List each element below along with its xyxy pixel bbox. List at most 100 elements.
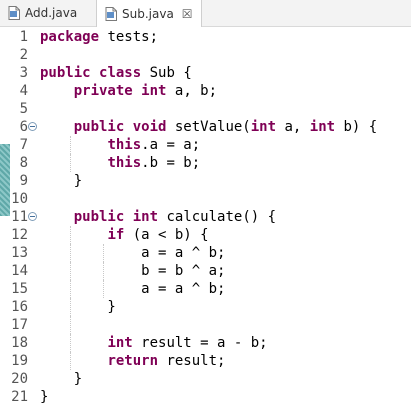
code-text: b = b ^ a; bbox=[40, 262, 225, 280]
code-line[interactable]: 20 } bbox=[0, 370, 411, 388]
code-token: result = a - b; bbox=[132, 335, 268, 351]
tab-label: Sub.java bbox=[122, 6, 174, 21]
code-text: } bbox=[40, 388, 48, 406]
tab-label: Add.java bbox=[25, 6, 78, 20]
code-line[interactable]: 7 this.a = a; bbox=[0, 136, 411, 154]
line-number: 19 bbox=[11, 353, 28, 369]
keyword-token: public bbox=[73, 209, 125, 225]
indent-guide bbox=[103, 262, 105, 280]
fold-collapse-icon[interactable] bbox=[28, 212, 37, 221]
code-text: this.a = a; bbox=[40, 136, 200, 154]
line-number: 20 bbox=[11, 371, 28, 387]
code-line[interactable]: 21} bbox=[0, 388, 411, 406]
code-text: public void setValue(int a, int b) { bbox=[40, 118, 378, 136]
code-token: result; bbox=[158, 353, 226, 369]
code-token: b) { bbox=[335, 119, 378, 135]
code-text: public int calculate() { bbox=[40, 208, 276, 226]
line-number: 9 bbox=[19, 173, 28, 189]
code-line[interactable]: 9 } bbox=[0, 172, 411, 190]
line-number: 10 bbox=[11, 191, 28, 207]
code-token: a = a ^ b; bbox=[40, 281, 226, 297]
code-line[interactable]: 2 bbox=[0, 46, 411, 64]
code-token: } bbox=[40, 389, 49, 405]
line-number: 18 bbox=[11, 335, 28, 351]
code-text: private int a, b; bbox=[40, 82, 217, 100]
code-line[interactable]: 15 a = a ^ b; bbox=[0, 280, 411, 298]
code-line[interactable]: 11 public int calculate() { bbox=[0, 208, 411, 226]
code-token: setValue( bbox=[166, 119, 251, 135]
code-line[interactable]: 13 a = a ^ b; bbox=[0, 244, 411, 262]
line-number: 14 bbox=[11, 263, 28, 279]
code-line[interactable]: 19 return result; bbox=[0, 352, 411, 370]
line-number: 16 bbox=[11, 299, 28, 315]
code-token: } bbox=[40, 299, 116, 315]
code-line[interactable]: 16 } bbox=[0, 298, 411, 316]
line-number: 17 bbox=[11, 317, 28, 333]
code-token: } bbox=[40, 173, 83, 189]
tab-sub-java[interactable]: Sub.java ☒ bbox=[96, 0, 202, 27]
keyword-token: public bbox=[73, 119, 125, 135]
indent-guide bbox=[69, 352, 72, 370]
editor-tab-bar: Add.java Sub.java ☒ bbox=[0, 0, 411, 27]
java-file-icon bbox=[8, 6, 20, 20]
code-line[interactable]: 14 b = b ^ a; bbox=[0, 262, 411, 280]
keyword-token: public bbox=[40, 65, 91, 81]
code-text: a = a ^ b; bbox=[40, 244, 225, 262]
code-line[interactable]: 18 int result = a - b; bbox=[0, 334, 411, 352]
code-text: int result = a - b; bbox=[40, 334, 268, 352]
line-number: 8 bbox=[19, 155, 28, 171]
code-text: return result; bbox=[40, 352, 225, 370]
code-line[interactable]: 17 bbox=[0, 316, 411, 334]
code-text: package tests; bbox=[40, 28, 158, 46]
code-line[interactable]: 8 this.b = b; bbox=[0, 154, 411, 172]
code-token: .b = b; bbox=[141, 155, 201, 171]
code-token: tests; bbox=[99, 29, 159, 45]
line-number: 7 bbox=[19, 137, 28, 153]
code-line[interactable]: 5 bbox=[0, 100, 411, 118]
code-editor[interactable]: 1 package tests; 2 3 public class Sub {4 pri… bbox=[0, 27, 411, 405]
fold-collapse-icon[interactable] bbox=[28, 122, 37, 131]
code-line[interactable]: 12 if (a < b) { bbox=[0, 226, 411, 244]
code-line[interactable]: 10 bbox=[0, 190, 411, 208]
code-token: a = a ^ b; bbox=[40, 245, 226, 261]
keyword-token: int bbox=[107, 335, 133, 351]
java-file-icon bbox=[105, 6, 117, 21]
keyword-token: class bbox=[99, 65, 142, 81]
line-number: 15 bbox=[11, 281, 28, 297]
code-token: b = b ^ a; bbox=[40, 263, 226, 279]
code-token: .a = a; bbox=[141, 137, 201, 153]
line-number: 5 bbox=[19, 101, 28, 117]
line-number: 12 bbox=[11, 227, 28, 243]
line-number: 6 bbox=[19, 119, 28, 135]
code-text: a = a ^ b; bbox=[40, 280, 225, 298]
code-token: (a < b) { bbox=[124, 227, 209, 243]
keyword-token: int bbox=[132, 209, 159, 225]
close-icon[interactable]: ☒ bbox=[182, 8, 193, 20]
line-number: 1 bbox=[19, 29, 28, 45]
indent-guide bbox=[103, 280, 105, 298]
keyword-token: int bbox=[141, 83, 167, 99]
code-token: a, b; bbox=[166, 83, 218, 99]
indent-guide bbox=[69, 136, 72, 154]
line-number: 11 bbox=[11, 209, 28, 225]
tab-add-java[interactable]: Add.java bbox=[0, 0, 86, 26]
indent-guide bbox=[69, 316, 72, 334]
indent-guide bbox=[69, 262, 72, 280]
code-line[interactable]: 3 public class Sub { bbox=[0, 64, 411, 82]
indent-guide bbox=[69, 280, 72, 298]
code-token: Sub { bbox=[141, 65, 192, 81]
code-line[interactable]: 1 package tests; bbox=[0, 28, 411, 46]
line-number: 4 bbox=[19, 83, 28, 99]
code-line[interactable]: 6 public void setValue(int a, int b) { bbox=[0, 118, 411, 136]
keyword-token: int bbox=[309, 119, 336, 135]
keyword-token: void bbox=[132, 119, 167, 135]
code-line[interactable]: 4 private int a, b; bbox=[0, 82, 411, 100]
keyword-token: return bbox=[107, 353, 159, 369]
indent-guide bbox=[69, 334, 72, 352]
